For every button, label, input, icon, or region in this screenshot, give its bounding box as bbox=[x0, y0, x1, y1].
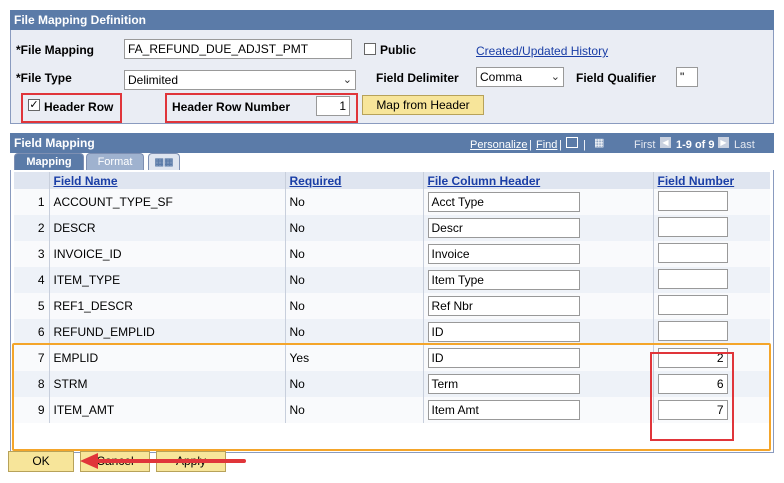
column-header-required[interactable]: Required bbox=[285, 172, 424, 189]
file-type-value: Delimited bbox=[128, 73, 179, 87]
header-row-number-highlight bbox=[165, 93, 358, 123]
range-label: 1-9 of 9 bbox=[676, 139, 715, 151]
file-column-header-input[interactable]: Acct Type bbox=[427, 192, 580, 212]
map-from-header-button[interactable]: Map from Header bbox=[362, 95, 484, 115]
row-number: 5 bbox=[14, 293, 50, 319]
required-cell: No bbox=[285, 215, 424, 241]
row-number: 6 bbox=[14, 319, 50, 345]
field-qualifier-input[interactable]: " bbox=[676, 67, 698, 87]
file-type-select[interactable]: Delimited ⌄ bbox=[124, 70, 356, 90]
required-cell: No bbox=[285, 267, 424, 293]
table-row: 5 REF1_DESCR No Ref Nbr bbox=[14, 293, 770, 319]
file-mapping-definition-header: File Mapping Definition bbox=[10, 10, 774, 30]
tab-mapping[interactable]: Mapping bbox=[14, 153, 84, 170]
column-header-field-number[interactable]: Field Number bbox=[653, 172, 770, 189]
field-number-input[interactable] bbox=[657, 242, 728, 263]
last-label: Last bbox=[734, 139, 755, 151]
field-number-input[interactable] bbox=[657, 320, 728, 341]
row-number: 1 bbox=[14, 189, 50, 215]
first-label: First bbox=[634, 139, 656, 151]
pipe-divider: | bbox=[583, 139, 586, 151]
table-row: 3 INVOICE_ID No Invoice bbox=[14, 241, 770, 267]
file-column-header-input[interactable]: Descr bbox=[427, 218, 580, 238]
show-all-columns-icon[interactable]: ▦▦ bbox=[148, 153, 180, 170]
field-mapping-title: Field Mapping bbox=[14, 136, 95, 150]
field-number-input[interactable] bbox=[657, 190, 728, 211]
file-mapping-label: *File Mapping bbox=[16, 43, 94, 57]
table-header-row: Field Name Required File Column Header F… bbox=[14, 172, 770, 189]
field-name-cell: DESCR bbox=[49, 215, 286, 241]
table-row: 1 ACCOUNT_TYPE_SF No Acct Type bbox=[14, 189, 770, 215]
field-qualifier-label: Field Qualifier bbox=[576, 71, 657, 85]
field-name-cell: REFUND_EMPLID bbox=[49, 319, 286, 345]
table-row: 4 ITEM_TYPE No Item Type bbox=[14, 267, 770, 293]
table-row: 2 DESCR No Descr bbox=[14, 215, 770, 241]
file-column-header-input[interactable]: Ref Nbr bbox=[427, 296, 580, 316]
required-cell: No bbox=[285, 189, 424, 215]
personalize-link[interactable]: Personalize bbox=[470, 139, 527, 151]
pipe-divider: | bbox=[559, 139, 562, 151]
row-number: 3 bbox=[14, 241, 50, 267]
last-arrow-icon[interactable]: ▶ bbox=[718, 137, 729, 148]
file-column-header-input[interactable]: Invoice bbox=[427, 244, 580, 264]
required-cell: No bbox=[285, 293, 424, 319]
file-column-header-input[interactable]: ID bbox=[427, 322, 580, 342]
column-header-file-column-header[interactable]: File Column Header bbox=[423, 172, 654, 189]
row-num-header bbox=[14, 172, 50, 189]
first-arrow-icon[interactable]: ◀ bbox=[660, 137, 671, 148]
file-mapping-input[interactable]: FA_REFUND_DUE_ADJST_PMT bbox=[124, 39, 352, 59]
field-name-cell: ITEM_TYPE bbox=[49, 267, 286, 293]
public-label: Public bbox=[380, 43, 417, 57]
chevron-down-icon: ⌄ bbox=[342, 74, 352, 86]
view-all-icon[interactable] bbox=[566, 137, 578, 148]
table-row: 6 REFUND_EMPLID No ID bbox=[14, 319, 770, 345]
header-row-highlight bbox=[21, 93, 122, 123]
field-number-input[interactable] bbox=[657, 268, 728, 289]
grid-icon[interactable]: ▦ bbox=[594, 136, 604, 149]
row-number: 2 bbox=[14, 215, 50, 241]
find-link[interactable]: Find bbox=[536, 139, 557, 151]
required-cell: No bbox=[285, 241, 424, 267]
created-updated-history-link[interactable]: Created/Updated History bbox=[476, 44, 608, 58]
pipe-divider: | bbox=[529, 139, 532, 151]
required-cell: No bbox=[285, 319, 424, 345]
field-delimiter-label: Field Delimiter bbox=[376, 71, 459, 85]
field-number-highlight bbox=[650, 352, 734, 441]
field-name-cell: INVOICE_ID bbox=[49, 241, 286, 267]
field-name-cell: ACCOUNT_TYPE_SF bbox=[49, 189, 286, 215]
field-delimiter-select[interactable]: Comma ⌄ bbox=[476, 67, 564, 87]
row-number: 4 bbox=[14, 267, 50, 293]
field-number-input[interactable] bbox=[657, 294, 728, 315]
file-type-label: *File Type bbox=[16, 71, 72, 85]
file-column-header-input[interactable]: Item Type bbox=[427, 270, 580, 290]
ok-button[interactable]: OK bbox=[8, 451, 74, 472]
field-number-input[interactable] bbox=[657, 216, 728, 237]
public-checkbox[interactable] bbox=[364, 43, 376, 55]
field-delimiter-value: Comma bbox=[480, 70, 523, 84]
tab-format[interactable]: Format bbox=[86, 153, 144, 170]
arrow-left-icon bbox=[80, 453, 246, 469]
chevron-down-icon: ⌄ bbox=[550, 71, 560, 83]
field-name-cell: REF1_DESCR bbox=[49, 293, 286, 319]
column-header-field-name[interactable]: Field Name bbox=[49, 172, 286, 189]
